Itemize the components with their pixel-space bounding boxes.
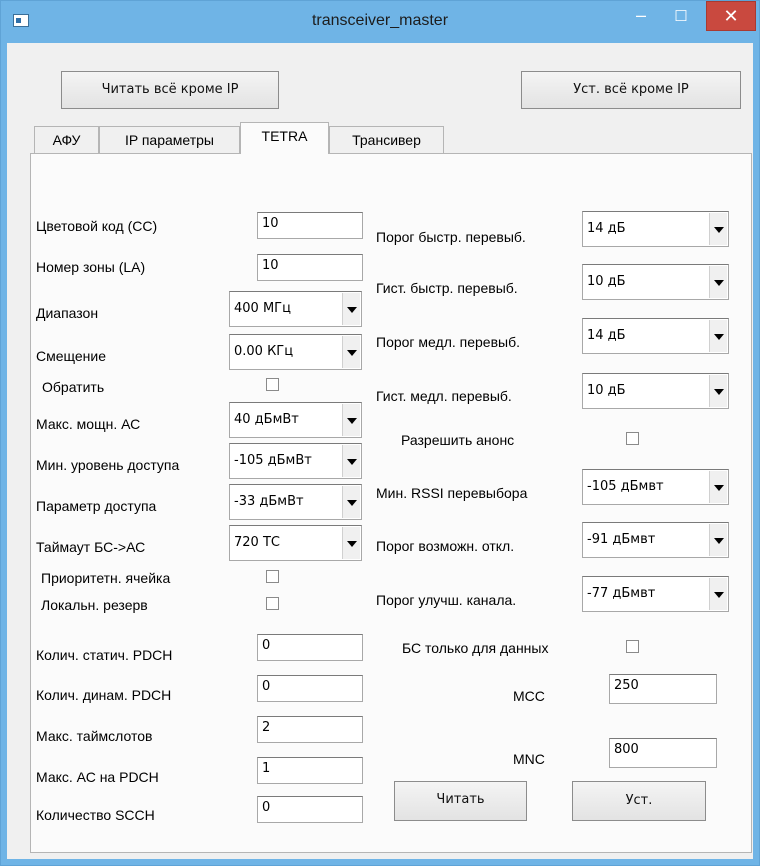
disconnect-threshold-label: Порог возможн. откл. xyxy=(376,538,515,554)
close-button[interactable]: ✕ xyxy=(706,1,756,31)
max-timeslots-input[interactable]: 2 xyxy=(257,716,363,743)
chevron-down-icon xyxy=(709,320,727,352)
client-area: Читать всё кроме IP Уст. всё кроме IP АФ… xyxy=(7,43,753,859)
min-rssi-label: Мин. RSSI перевыбора xyxy=(376,485,528,501)
slow-threshold-label: Порог медл. перевыб. xyxy=(376,334,520,350)
improve-threshold-select[interactable]: -77 дБмвт xyxy=(582,576,729,612)
slow-hyst-value: 10 дБ xyxy=(587,383,626,398)
band-value: 400 МГц xyxy=(234,301,291,316)
access-param-value: -33 дБмВт xyxy=(234,494,304,509)
disconnect-threshold-value: -91 дБмвт xyxy=(587,532,656,547)
chevron-down-icon xyxy=(342,293,360,325)
maximize-icon: ☐ xyxy=(674,8,688,25)
disconnect-threshold-select[interactable]: -91 дБмвт xyxy=(582,522,729,558)
offset-label: Смещение xyxy=(36,348,107,364)
close-icon: ✕ xyxy=(723,6,739,26)
dynamic-pdch-input[interactable]: 0 xyxy=(257,675,363,702)
chevron-down-icon xyxy=(709,375,727,407)
min-rssi-select[interactable]: -105 дБмвт xyxy=(582,469,729,505)
tab-afu[interactable]: АФУ xyxy=(34,126,99,154)
timeout-value: 720 ТС xyxy=(234,535,280,550)
fast-hyst-value: 10 дБ xyxy=(587,274,626,289)
chevron-down-icon xyxy=(709,266,727,298)
read-button[interactable]: Читать xyxy=(394,781,527,821)
timeout-select[interactable]: 720 ТС xyxy=(229,525,362,561)
max-power-label: Макс. мощн. АС xyxy=(36,416,141,432)
slow-threshold-select[interactable]: 14 дБ xyxy=(582,318,729,354)
tetra-panel: Цветовой код (CC) 10 Номер зоны (LA) 10 … xyxy=(30,153,752,853)
chevron-down-icon xyxy=(342,486,360,518)
fast-threshold-value: 14 дБ xyxy=(587,221,626,236)
mnc-input[interactable]: 800 xyxy=(609,738,717,768)
dynamic-pdch-label: Колич. динам. PDCH xyxy=(36,687,172,703)
slow-hyst-label: Гист. медл. перевыб. xyxy=(376,388,512,404)
fast-hyst-select[interactable]: 10 дБ xyxy=(582,264,729,300)
min-access-value: -105 дБмВт xyxy=(234,453,312,468)
set-button[interactable]: Уст. xyxy=(572,781,706,821)
color-code-label: Цветовой код (CC) xyxy=(36,218,158,234)
invert-label: Обратить xyxy=(42,379,105,395)
priority-cell-label: Приоритетн. ячейка xyxy=(41,570,171,586)
tab-transceiver[interactable]: Трансивер xyxy=(329,126,444,154)
chevron-down-icon xyxy=(342,445,360,477)
timeout-label: Таймаут БС->АС xyxy=(36,539,146,555)
tab-tetra[interactable]: TETRA xyxy=(240,122,329,154)
zone-number-label: Номер зоны (LA) xyxy=(36,259,146,275)
min-rssi-value: -105 дБмвт xyxy=(587,479,664,494)
data-only-label: БС только для данных xyxy=(402,640,549,656)
max-ac-pdch-label: Макс. АС на PDCH xyxy=(36,769,159,785)
scch-count-label: Количество SCCH xyxy=(36,807,155,823)
band-select[interactable]: 400 МГц xyxy=(229,291,362,327)
chevron-down-icon xyxy=(342,404,360,436)
allow-announce-checkbox[interactable] xyxy=(626,432,639,445)
scch-count-input[interactable]: 0 xyxy=(257,796,363,823)
chevron-down-icon xyxy=(709,213,727,245)
access-param-select[interactable]: -33 дБмВт xyxy=(229,484,362,520)
priority-cell-checkbox[interactable] xyxy=(266,570,279,583)
chevron-down-icon xyxy=(342,336,360,368)
min-access-select[interactable]: -105 дБмВт xyxy=(229,443,362,479)
minimize-button[interactable]: ‒ xyxy=(621,1,661,31)
read-all-except-ip-button[interactable]: Читать всё кроме IP xyxy=(61,71,279,109)
improve-threshold-value: -77 дБмвт xyxy=(587,586,656,601)
set-all-except-ip-button[interactable]: Уст. всё кроме IP xyxy=(521,71,741,109)
data-only-checkbox[interactable] xyxy=(626,640,639,653)
fast-threshold-label: Порог быстр. перевыб. xyxy=(376,229,526,245)
max-power-select[interactable]: 40 дБмВт xyxy=(229,402,362,438)
mcc-label: MCC xyxy=(513,688,545,704)
minimize-icon: ‒ xyxy=(635,5,646,25)
min-access-label: Мин. уровень доступа xyxy=(36,457,180,473)
color-code-input[interactable]: 10 xyxy=(257,212,363,239)
chevron-down-icon xyxy=(709,471,727,503)
access-param-label: Параметр доступа xyxy=(36,498,157,514)
static-pdch-input[interactable]: 0 xyxy=(257,634,363,661)
tab-ip-params[interactable]: IP параметры xyxy=(99,126,240,154)
title-bar[interactable]: transceiver_master ‒ ☐ ✕ xyxy=(1,1,759,43)
static-pdch-label: Колич. статич. PDCH xyxy=(36,647,173,663)
allow-announce-label: Разрешить анонс xyxy=(401,432,515,448)
mnc-label: MNC xyxy=(513,751,545,767)
slow-threshold-value: 14 дБ xyxy=(587,328,626,343)
fast-hyst-label: Гист. быстр. перевыб. xyxy=(376,280,518,296)
chevron-down-icon xyxy=(709,578,727,610)
maximize-button[interactable]: ☐ xyxy=(661,1,701,31)
offset-value: 0.00 КГц xyxy=(234,344,294,359)
zone-number-input[interactable]: 10 xyxy=(257,254,363,281)
mcc-input[interactable]: 250 xyxy=(609,674,717,704)
local-reserve-label: Локальн. резерв xyxy=(41,597,148,613)
chevron-down-icon xyxy=(342,527,360,559)
offset-select[interactable]: 0.00 КГц xyxy=(229,334,362,370)
improve-threshold-label: Порог улучш. канала. xyxy=(376,592,517,608)
fast-threshold-select[interactable]: 14 дБ xyxy=(582,211,729,247)
slow-hyst-select[interactable]: 10 дБ xyxy=(582,373,729,409)
max-power-value: 40 дБмВт xyxy=(234,412,299,427)
chevron-down-icon xyxy=(709,524,727,556)
max-ac-pdch-input[interactable]: 1 xyxy=(257,757,363,784)
app-window: transceiver_master ‒ ☐ ✕ Читать всё кром… xyxy=(0,0,760,866)
max-timeslots-label: Макс. таймслотов xyxy=(36,728,153,744)
invert-checkbox[interactable] xyxy=(266,378,279,391)
band-label: Диапазон xyxy=(36,305,99,321)
local-reserve-checkbox[interactable] xyxy=(266,597,279,610)
